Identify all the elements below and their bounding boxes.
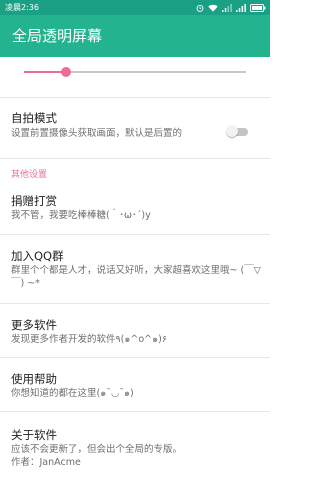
toggle-thumb — [226, 125, 238, 137]
about-author: 作者：JanAcme — [11, 457, 81, 468]
app-title: 全局透明屏幕 — [12, 27, 103, 45]
transparency-slider[interactable] — [0, 57, 270, 97]
app-bar: 全局透明屏幕 — [0, 15, 270, 57]
status-time: 凌晨2:36 — [5, 3, 39, 12]
donate-item[interactable]: 捐赠打赏 我不管，我要吃棒棒糖(｀･ω･´)y — [0, 183, 270, 233]
alarm-icon — [196, 4, 204, 12]
about-item[interactable]: 关于软件 应该不会更新了，但会出个全局的专版。 作者：JanAcme — [0, 412, 270, 480]
join-qq-group-title: 加入QQ群 — [11, 249, 64, 263]
about-summary: 应该不会更新了，但会出个全局的专版。 — [11, 444, 183, 455]
about-title: 关于软件 — [11, 428, 57, 442]
signal-1-icon — [222, 3, 232, 12]
status-icons — [196, 0, 266, 15]
status-bar: 凌晨2:36 — [0, 0, 270, 15]
help-summary: 你想知道的都在这里(๑¯◡¯๑) — [11, 388, 134, 399]
selfie-mode-title: 自拍模式 — [11, 111, 57, 125]
slider-fill — [24, 71, 67, 73]
divider — [0, 158, 270, 159]
join-qq-group-summary: 群里个个都是人才，说话又好听，大家超喜欢这里哦~ (￣▽￣) ~* — [11, 265, 261, 289]
join-qq-group-item[interactable]: 加入QQ群 群里个个都是人才，说话又好听，大家超喜欢这里哦~ (￣▽￣) ~* — [0, 235, 270, 303]
more-apps-title: 更多软件 — [11, 318, 57, 332]
selfie-mode-summary: 设置前置摄像头获取画面，默认是后置的 — [11, 128, 183, 139]
more-apps-summary: 发现更多作者开发的软件٩(๑^o^๑)۶ — [11, 334, 167, 345]
signal-2-icon — [236, 3, 246, 12]
wifi-icon — [208, 4, 218, 12]
more-apps-item[interactable]: 更多软件 发现更多作者开发的软件٩(๑^o^๑)۶ — [0, 304, 270, 357]
selfie-mode-toggle[interactable] — [226, 125, 250, 137]
slider-track[interactable] — [24, 67, 246, 77]
help-title: 使用帮助 — [11, 372, 57, 386]
battery-icon — [250, 3, 266, 12]
donate-summary: 我不管，我要吃棒棒糖(｀･ω･´)y — [11, 210, 151, 221]
donate-title: 捐赠打赏 — [11, 194, 57, 208]
section-header-other-settings: 其他设置 — [11, 170, 48, 180]
help-item[interactable]: 使用帮助 你想知道的都在这里(๑¯◡¯๑) — [0, 358, 270, 411]
slider-thumb[interactable] — [61, 67, 72, 77]
